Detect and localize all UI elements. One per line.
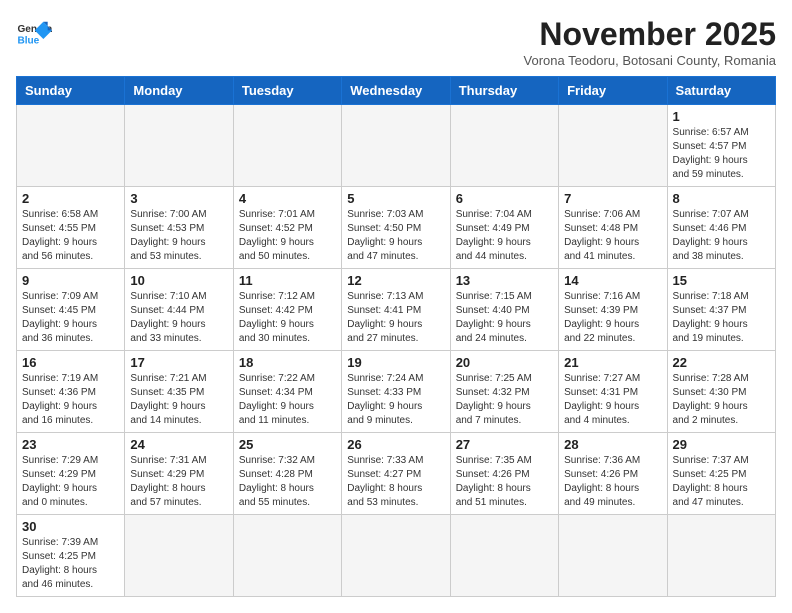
day-25: 25 Sunrise: 7:32 AMSunset: 4:28 PMDaylig… (233, 433, 341, 515)
empty-cell (125, 515, 233, 597)
day-12: 12 Sunrise: 7:13 AMSunset: 4:41 PMDaylig… (342, 269, 450, 351)
empty-cell (125, 105, 233, 187)
empty-cell (450, 515, 558, 597)
day-30: 30 Sunrise: 7:39 AMSunset: 4:25 PMDaylig… (17, 515, 125, 597)
header-wednesday: Wednesday (342, 77, 450, 105)
day-3: 3 Sunrise: 7:00 AMSunset: 4:53 PMDayligh… (125, 187, 233, 269)
day-22: 22 Sunrise: 7:28 AMSunset: 4:30 PMDaylig… (667, 351, 775, 433)
header-sunday: Sunday (17, 77, 125, 105)
calendar-table: Sunday Monday Tuesday Wednesday Thursday… (16, 76, 776, 597)
day-26: 26 Sunrise: 7:33 AMSunset: 4:27 PMDaylig… (342, 433, 450, 515)
calendar-row-5: 23 Sunrise: 7:29 AMSunset: 4:29 PMDaylig… (17, 433, 776, 515)
header-monday: Monday (125, 77, 233, 105)
header-friday: Friday (559, 77, 667, 105)
day-29: 29 Sunrise: 7:37 AMSunset: 4:25 PMDaylig… (667, 433, 775, 515)
day-23: 23 Sunrise: 7:29 AMSunset: 4:29 PMDaylig… (17, 433, 125, 515)
logo: General Blue (16, 16, 52, 52)
day-16: 16 Sunrise: 7:19 AMSunset: 4:36 PMDaylig… (17, 351, 125, 433)
empty-cell (342, 105, 450, 187)
header-saturday: Saturday (667, 77, 775, 105)
header-thursday: Thursday (450, 77, 558, 105)
empty-cell (667, 515, 775, 597)
weekday-header-row: Sunday Monday Tuesday Wednesday Thursday… (17, 77, 776, 105)
empty-cell (342, 515, 450, 597)
day-10: 10 Sunrise: 7:10 AMSunset: 4:44 PMDaylig… (125, 269, 233, 351)
header-tuesday: Tuesday (233, 77, 341, 105)
calendar-row-3: 9 Sunrise: 7:09 AMSunset: 4:45 PMDayligh… (17, 269, 776, 351)
empty-cell (559, 515, 667, 597)
empty-cell (559, 105, 667, 187)
day-2: 2 Sunrise: 6:58 AMSunset: 4:55 PMDayligh… (17, 187, 125, 269)
day-7: 7 Sunrise: 7:06 AMSunset: 4:48 PMDayligh… (559, 187, 667, 269)
day-15: 15 Sunrise: 7:18 AMSunset: 4:37 PMDaylig… (667, 269, 775, 351)
day-11: 11 Sunrise: 7:12 AMSunset: 4:42 PMDaylig… (233, 269, 341, 351)
day-8: 8 Sunrise: 7:07 AMSunset: 4:46 PMDayligh… (667, 187, 775, 269)
day-1: 1 Sunrise: 6:57 AMSunset: 4:57 PMDayligh… (667, 105, 775, 187)
month-title: November 2025 (524, 16, 776, 53)
day-27: 27 Sunrise: 7:35 AMSunset: 4:26 PMDaylig… (450, 433, 558, 515)
calendar-row-4: 16 Sunrise: 7:19 AMSunset: 4:36 PMDaylig… (17, 351, 776, 433)
day-4: 4 Sunrise: 7:01 AMSunset: 4:52 PMDayligh… (233, 187, 341, 269)
location-subtitle: Vorona Teodoru, Botosani County, Romania (524, 53, 776, 68)
day-21: 21 Sunrise: 7:27 AMSunset: 4:31 PMDaylig… (559, 351, 667, 433)
day-14: 14 Sunrise: 7:16 AMSunset: 4:39 PMDaylig… (559, 269, 667, 351)
calendar-row-1: 1 Sunrise: 6:57 AMSunset: 4:57 PMDayligh… (17, 105, 776, 187)
day-5: 5 Sunrise: 7:03 AMSunset: 4:50 PMDayligh… (342, 187, 450, 269)
empty-cell (233, 515, 341, 597)
title-block: November 2025 Vorona Teodoru, Botosani C… (524, 16, 776, 68)
page-header: General Blue November 2025 Vorona Teodor… (16, 16, 776, 68)
calendar-row-6: 30 Sunrise: 7:39 AMSunset: 4:25 PMDaylig… (17, 515, 776, 597)
svg-text:Blue: Blue (17, 35, 39, 46)
day-13: 13 Sunrise: 7:15 AMSunset: 4:40 PMDaylig… (450, 269, 558, 351)
day-28: 28 Sunrise: 7:36 AMSunset: 4:26 PMDaylig… (559, 433, 667, 515)
calendar-row-2: 2 Sunrise: 6:58 AMSunset: 4:55 PMDayligh… (17, 187, 776, 269)
day-19: 19 Sunrise: 7:24 AMSunset: 4:33 PMDaylig… (342, 351, 450, 433)
day-18: 18 Sunrise: 7:22 AMSunset: 4:34 PMDaylig… (233, 351, 341, 433)
logo-icon: General Blue (16, 16, 52, 52)
day-17: 17 Sunrise: 7:21 AMSunset: 4:35 PMDaylig… (125, 351, 233, 433)
empty-cell (17, 105, 125, 187)
empty-cell (450, 105, 558, 187)
day-9: 9 Sunrise: 7:09 AMSunset: 4:45 PMDayligh… (17, 269, 125, 351)
day-24: 24 Sunrise: 7:31 AMSunset: 4:29 PMDaylig… (125, 433, 233, 515)
day-6: 6 Sunrise: 7:04 AMSunset: 4:49 PMDayligh… (450, 187, 558, 269)
empty-cell (233, 105, 341, 187)
day-20: 20 Sunrise: 7:25 AMSunset: 4:32 PMDaylig… (450, 351, 558, 433)
